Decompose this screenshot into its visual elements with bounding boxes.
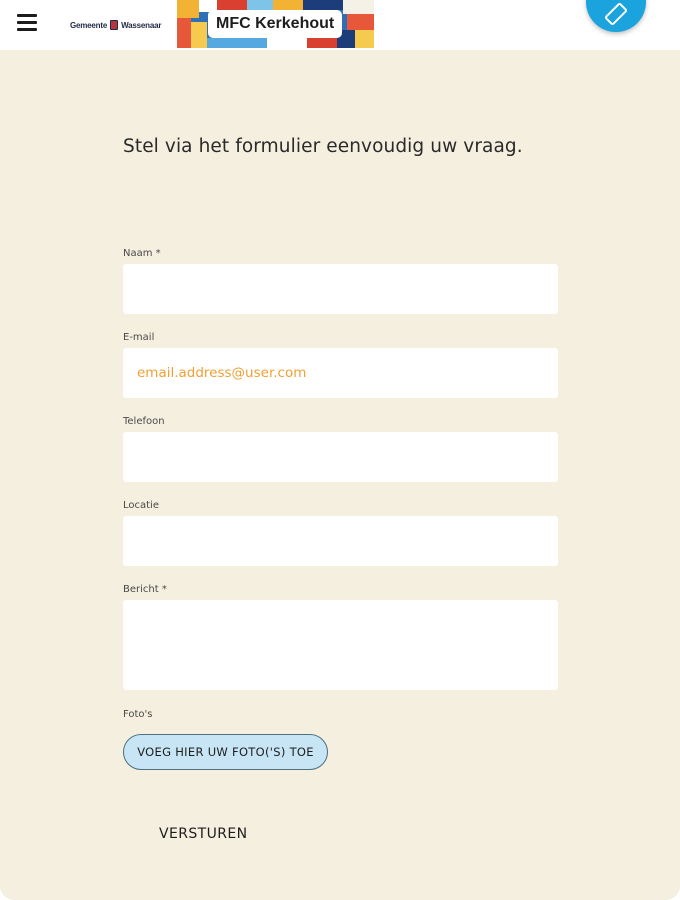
submit-button[interactable]: VERSTUREN: [159, 826, 247, 842]
name-label: Naam *: [123, 248, 161, 259]
location-field[interactable]: [123, 516, 558, 566]
phone-field[interactable]: [123, 432, 558, 482]
photos-label: Foto's: [123, 709, 153, 720]
logo-text-left: Gemeente: [70, 20, 108, 30]
form-page: Stel via het formulier eenvoudig uw vraa…: [0, 50, 680, 900]
email-label: E-mail: [123, 332, 155, 343]
logo-text-right: Wassenaar: [121, 20, 162, 30]
location-label: Locatie: [123, 500, 159, 511]
coat-of-arms-icon: [110, 20, 119, 30]
form-intro: Stel via het formulier eenvoudig uw vraa…: [123, 136, 523, 157]
banner-title: MFC Kerkehout: [208, 10, 343, 38]
hamburger-menu-icon[interactable]: [16, 14, 40, 34]
municipality-logo[interactable]: Gemeente Wassenaar: [70, 18, 161, 32]
screen-rotate-button[interactable]: [586, 0, 646, 32]
screen-rotate-icon: [605, 3, 627, 25]
name-field[interactable]: [123, 264, 558, 314]
mfc-banner: MFC Kerkehout: [177, 0, 374, 48]
phone-label: Telefoon: [123, 416, 165, 427]
add-photos-button[interactable]: VOEG HIER UW FOTO('S) TOE: [123, 734, 328, 770]
top-bar: Gemeente Wassenaar MFC Kerkehout: [0, 0, 680, 50]
message-label: Bericht *: [123, 584, 167, 595]
message-field[interactable]: [123, 600, 558, 690]
email-field[interactable]: [123, 348, 558, 398]
